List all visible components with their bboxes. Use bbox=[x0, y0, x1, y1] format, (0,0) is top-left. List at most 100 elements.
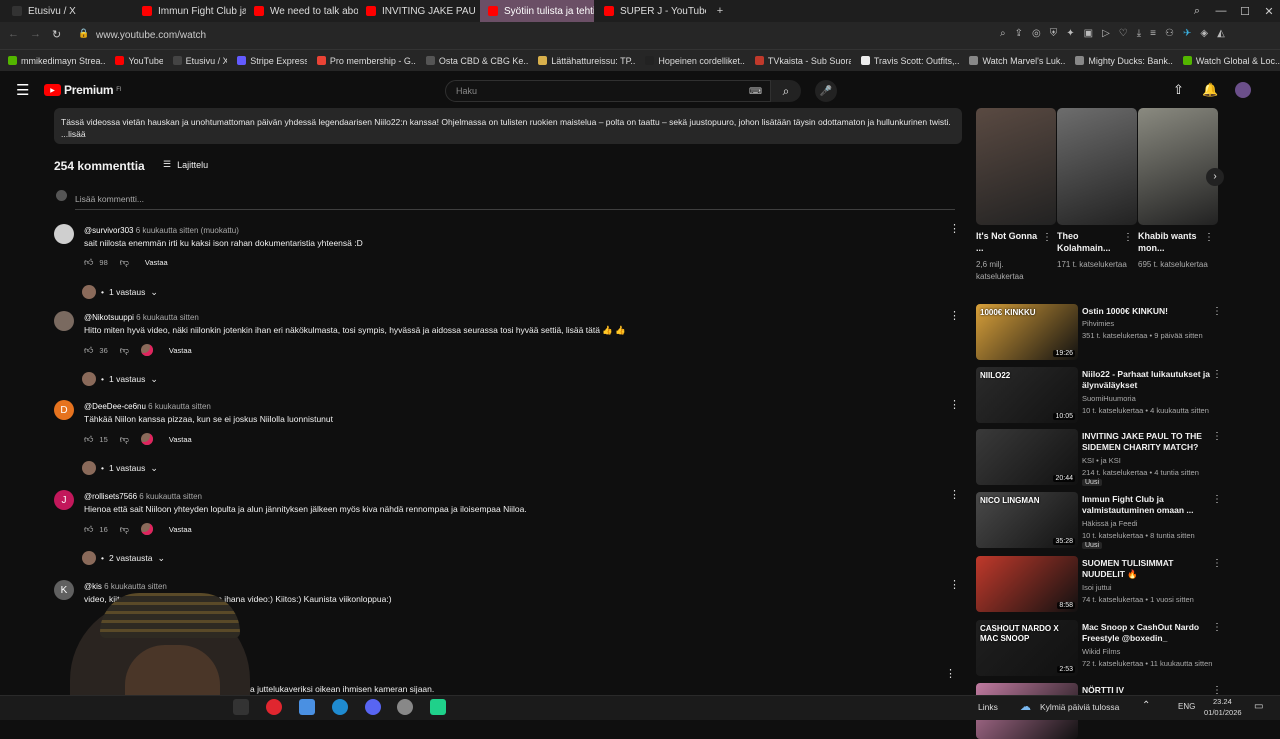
notifications-icon[interactable]: ▭ bbox=[1254, 701, 1263, 712]
download-icon[interactable]: ⤓ bbox=[1137, 28, 1141, 39]
reply-button[interactable]: Vastaa bbox=[169, 435, 192, 444]
comment-menu-icon[interactable]: ⋮ bbox=[949, 578, 960, 591]
youtube-logo[interactable]: ▶ Premium FI bbox=[44, 83, 122, 97]
short-thumbnail[interactable] bbox=[976, 108, 1056, 225]
like-icon[interactable]: 👍︎ bbox=[84, 345, 93, 356]
bookmark-item[interactable]: Watch Marvel's Luk... bbox=[969, 56, 1065, 66]
video-title[interactable]: Ostin 1000€ KINKUN! bbox=[1082, 306, 1210, 317]
notifications-bell-icon[interactable]: 🔔 bbox=[1202, 82, 1218, 98]
video-title[interactable]: Niilo22 - Parhaat luikautukset ja älynvä… bbox=[1082, 369, 1210, 391]
bookmark-item[interactable]: Mighty Ducks: Bank... bbox=[1075, 56, 1173, 66]
comment-time[interactable]: 6 kuukautta sitten bbox=[139, 492, 202, 501]
channel-name[interactable]: KSI • ja KSI bbox=[1082, 456, 1121, 465]
comment-menu-icon[interactable]: ⋮ bbox=[949, 309, 960, 322]
video-thumbnail[interactable]: NICO LINGMAN 35:28 bbox=[976, 492, 1078, 548]
channel-name[interactable]: Wikid Films bbox=[1082, 647, 1120, 656]
discord-icon[interactable] bbox=[365, 699, 381, 715]
comment-menu-icon[interactable]: ⋮ bbox=[949, 488, 960, 501]
add-comment-input[interactable]: Lisää kommentti... bbox=[75, 191, 955, 210]
menu-icon[interactable]: ≡ bbox=[1150, 28, 1156, 39]
close-window-button[interactable]: ✕ bbox=[1254, 0, 1280, 22]
wallet-icon[interactable]: ▣ bbox=[1084, 28, 1093, 39]
bookmark-item[interactable]: Lättähattureissu: TP... bbox=[538, 56, 635, 66]
browser-tab-2[interactable]: Immun Fight Club ja valm bbox=[134, 0, 246, 22]
bookmark-item[interactable]: Etusivu / X bbox=[172, 56, 227, 66]
comment-menu-icon[interactable]: ⋮ bbox=[949, 398, 960, 411]
video-thumbnail[interactable]: CASHOUT NARDO X MAC SNOOP 2:53 bbox=[976, 620, 1078, 676]
account-avatar[interactable] bbox=[1235, 82, 1251, 98]
share-icon[interactable]: ⇪ bbox=[1015, 28, 1023, 39]
comment-menu-icon[interactable]: ⋮ bbox=[945, 667, 956, 680]
video-title[interactable]: INVITING JAKE PAUL TO THE SIDEMEN CHARIT… bbox=[1082, 431, 1210, 453]
comment-author[interactable]: @rollisets7566 bbox=[84, 492, 137, 501]
short-menu-icon[interactable]: ⋮ bbox=[1042, 232, 1052, 243]
shield-icon[interactable]: ⛨ bbox=[1050, 28, 1058, 39]
video-menu-icon[interactable]: ⋮ bbox=[1212, 558, 1222, 569]
url-text[interactable]: www.youtube.com/watch bbox=[96, 30, 206, 41]
bookmark-item[interactable]: Pro membership - G... bbox=[316, 56, 416, 66]
short-thumbnail[interactable] bbox=[1138, 108, 1218, 225]
video-menu-icon[interactable]: ⋮ bbox=[1212, 494, 1222, 505]
like-icon[interactable]: 👍︎ bbox=[84, 434, 93, 445]
browser-tab-4[interactable]: INVITING JAKE PAUL TO T bbox=[358, 0, 476, 22]
back-icon[interactable]: ← bbox=[8, 28, 19, 40]
short-title[interactable]: Theo Kolahmain... bbox=[1057, 230, 1123, 254]
opera-icon[interactable] bbox=[266, 699, 282, 715]
clock-date[interactable]: 01/01/2026 bbox=[1204, 708, 1242, 717]
video-title[interactable]: Mac Snoop x CashOut Nardo Freestyle @box… bbox=[1082, 622, 1210, 644]
links-label[interactable]: Links bbox=[978, 702, 998, 712]
vpn-icon[interactable]: ✈ bbox=[1183, 28, 1191, 39]
channel-name[interactable]: Häkissä ja Feedi bbox=[1082, 519, 1137, 528]
comment-time[interactable]: 6 kuukautta sitten bbox=[136, 313, 199, 322]
taskview-icon[interactable] bbox=[233, 699, 249, 715]
comment-time[interactable]: 6 kuukautta sitten (muokattu) bbox=[136, 226, 239, 235]
profile-icon[interactable]: ⚇ bbox=[1165, 28, 1174, 39]
recommended-video[interactable]: CASHOUT NARDO X MAC SNOOP 2:53 Mac Snoop x… bbox=[976, 620, 1222, 676]
camera-icon[interactable]: ◎ bbox=[1032, 28, 1041, 39]
short-title[interactable]: It's Not Gonna ... bbox=[976, 230, 1042, 254]
bookmark-item[interactable]: Osta CBD & CBG Ke... bbox=[425, 56, 528, 66]
bookmark-item[interactable]: YouTube bbox=[115, 56, 163, 66]
forward-icon[interactable]: → bbox=[30, 28, 41, 40]
play-icon[interactable]: ▷ bbox=[1102, 28, 1110, 39]
dislike-icon[interactable]: 👎︎ bbox=[120, 257, 129, 268]
dislike-icon[interactable]: 👎︎ bbox=[120, 524, 129, 535]
video-title[interactable]: SUOMEN TULISIMMAT NUUDELIT 🔥 bbox=[1082, 558, 1210, 580]
keyboard-icon[interactable]: ⌨ bbox=[749, 86, 762, 97]
reply-button[interactable]: Vastaa bbox=[145, 258, 168, 267]
comment-avatar[interactable] bbox=[54, 224, 74, 244]
extension-icon[interactable]: ✦ bbox=[1066, 28, 1074, 39]
cube-icon[interactable]: ◈ bbox=[1200, 28, 1208, 39]
app-icon[interactable] bbox=[397, 699, 413, 715]
dislike-icon[interactable]: 👎︎ bbox=[120, 345, 129, 356]
clock-time[interactable]: 23.24 bbox=[1213, 697, 1232, 706]
shorts-next-icon[interactable]: › bbox=[1206, 168, 1224, 186]
short-menu-icon[interactable]: ⋮ bbox=[1204, 232, 1214, 243]
comment-avatar[interactable]: J bbox=[54, 490, 74, 510]
video-thumbnail[interactable]: NIILO22 10:05 bbox=[976, 367, 1078, 423]
browser-tab-3[interactable]: We need to talk about thi bbox=[246, 0, 358, 22]
bookmark-item[interactable]: Travis Scott: Outfits,... bbox=[860, 56, 959, 66]
bookmark-item[interactable]: Hopeinen cordelliket... bbox=[645, 56, 745, 66]
voice-search-button[interactable]: 🎤 bbox=[815, 80, 837, 102]
zoom-icon[interactable]: ⌕ bbox=[1000, 28, 1006, 39]
video-menu-icon[interactable]: ⋮ bbox=[1212, 306, 1222, 317]
channel-name[interactable]: Pihvimies bbox=[1082, 319, 1114, 328]
files-icon[interactable] bbox=[299, 699, 315, 715]
sort-button[interactable]: ☰ Lajittelu bbox=[163, 159, 208, 170]
view-replies-button[interactable]: • 1 vastaus ⌄ bbox=[82, 285, 158, 299]
like-icon[interactable]: 👍︎ bbox=[84, 524, 93, 535]
weather-text[interactable]: Kylmiä päiviä tulossa bbox=[1040, 702, 1119, 712]
video-thumbnail[interactable]: 20:44 bbox=[976, 429, 1078, 485]
video-menu-icon[interactable]: ⋮ bbox=[1212, 431, 1222, 442]
view-replies-button[interactable]: • 1 vastaus ⌄ bbox=[82, 461, 158, 475]
bookmark-item[interactable]: Stripe Express bbox=[237, 56, 307, 66]
dislike-icon[interactable]: 👎︎ bbox=[120, 434, 129, 445]
reload-icon[interactable]: ↻ bbox=[52, 28, 61, 41]
recommended-video[interactable]: NICO LINGMAN 35:28 Immun Fight Club ja val… bbox=[976, 492, 1222, 549]
like-icon[interactable]: 👍︎ bbox=[84, 257, 93, 268]
search-button[interactable]: ⌕ bbox=[771, 80, 801, 102]
lang-label[interactable]: ENG bbox=[1178, 702, 1195, 711]
recommended-video[interactable]: NIILO22 10:05 Niilo22 - Parhaat luikautuks… bbox=[976, 367, 1222, 423]
bookmark-item[interactable]: Watch Global & Loc... bbox=[1182, 56, 1280, 66]
